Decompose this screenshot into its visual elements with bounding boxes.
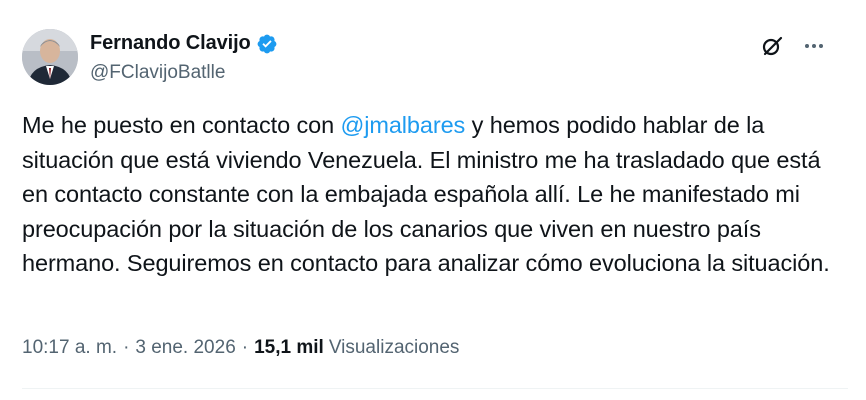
mention-link[interactable]: @jmalbares: [340, 112, 465, 138]
author-name[interactable]: Fernando Clavijo: [90, 32, 251, 55]
divider: [22, 388, 848, 389]
meta-separator: ·: [241, 337, 249, 358]
verified-badge-icon: [256, 33, 278, 55]
author-name-row: Fernando Clavijo: [90, 32, 278, 55]
views-count: 15,1 mil: [254, 337, 324, 358]
tweet-text-start: Me he puesto en contacto con: [22, 112, 341, 138]
more-icon[interactable]: [802, 34, 826, 58]
tweet-text: Me he puesto en contacto con @jmalbares …: [22, 108, 832, 281]
tweet-meta: 10:17 a. m. · 3 ene. 2026 · 15,1 mil Vis…: [22, 337, 459, 359]
tweet-time[interactable]: 10:17 a. m.: [22, 337, 117, 359]
tweet-actions-top: [760, 34, 826, 58]
avatar[interactable]: [22, 29, 78, 85]
avatar-image: [22, 29, 78, 85]
grok-icon[interactable]: [760, 34, 784, 58]
views-label: Visualizaciones: [328, 337, 460, 358]
meta-separator: ·: [123, 337, 130, 358]
author-handle[interactable]: @FClavijoBatlle: [90, 62, 225, 84]
tweet-date[interactable]: 3 ene. 2026: [135, 337, 235, 359]
